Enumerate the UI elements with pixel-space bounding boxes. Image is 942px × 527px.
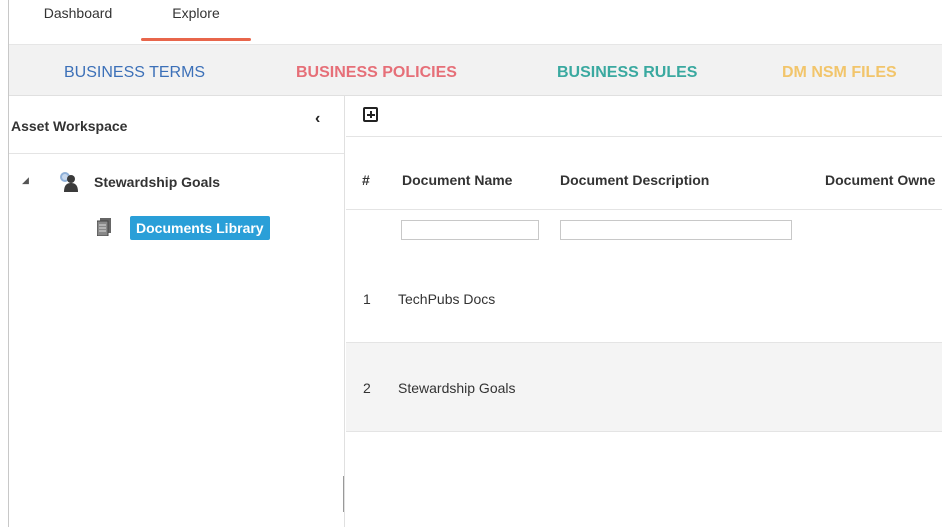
column-header-document-owner[interactable]: Document Owne: [825, 172, 935, 188]
documents-grid-panel: # Document Name Document Description Doc…: [346, 96, 942, 527]
tab-business-policies[interactable]: BUSINESS POLICIES: [296, 45, 457, 95]
document-icon: [97, 218, 111, 236]
tree-label-documents-library[interactable]: Documents Library: [130, 216, 270, 240]
row-number: 2: [363, 380, 371, 396]
tab-business-rules[interactable]: BUSINESS RULES: [557, 45, 697, 95]
grid-header-row: # Document Name Document Description Doc…: [346, 154, 942, 210]
tree-label-stewardship-goals[interactable]: Stewardship Goals: [94, 174, 220, 190]
grid-filter-row: [346, 210, 942, 255]
document-name-cell: TechPubs Docs: [398, 291, 496, 307]
tab-dm-nsm-files[interactable]: DM NSM FILES: [782, 45, 897, 95]
active-tab-indicator: [141, 38, 251, 41]
plus-square-icon[interactable]: [363, 107, 378, 122]
row-number: 1: [363, 291, 371, 307]
app-frame: Dashboard Explore BUSINESS TERMS BUSINES…: [8, 0, 942, 527]
tree-expand-icon[interactable]: ◢: [22, 175, 29, 186]
tree-node-documents-library: Documents Library: [9, 216, 344, 244]
tab-explore-label: Explore: [172, 5, 220, 21]
grid-toolbar: [346, 96, 942, 137]
chevron-left-icon[interactable]: ‹: [315, 110, 320, 128]
business-tab-bar: BUSINESS TERMS BUSINESS POLICIES BUSINES…: [9, 45, 942, 96]
asset-workspace-panel: Asset Workspace ‹ ◢ Stewardship Goals Do…: [9, 96, 345, 527]
table-row[interactable]: 1 TechPubs Docs: [346, 254, 942, 343]
tab-business-terms[interactable]: BUSINESS TERMS: [64, 45, 205, 95]
panel-splitter[interactable]: [343, 476, 344, 512]
tab-dashboard[interactable]: Dashboard: [19, 0, 137, 40]
document-name-cell: Stewardship Goals: [398, 380, 516, 396]
tree-node-stewardship-goals: ◢ Stewardship Goals: [9, 168, 344, 198]
table-row[interactable]: 2 Stewardship Goals: [346, 343, 942, 432]
tab-dashboard-label: Dashboard: [43, 5, 113, 21]
workspace-header: Asset Workspace ‹: [9, 96, 344, 154]
workspace-title: Asset Workspace: [11, 118, 128, 134]
column-header-document-description[interactable]: Document Description: [560, 172, 709, 188]
people-icon: [60, 172, 78, 192]
tab-explore[interactable]: Explore: [141, 0, 251, 41]
column-header-document-name[interactable]: Document Name: [402, 172, 512, 188]
document-description-filter-input[interactable]: [560, 220, 792, 240]
column-header-number[interactable]: #: [362, 172, 370, 188]
top-tab-bar: Dashboard Explore: [9, 0, 942, 45]
document-name-filter-input[interactable]: [401, 220, 539, 240]
